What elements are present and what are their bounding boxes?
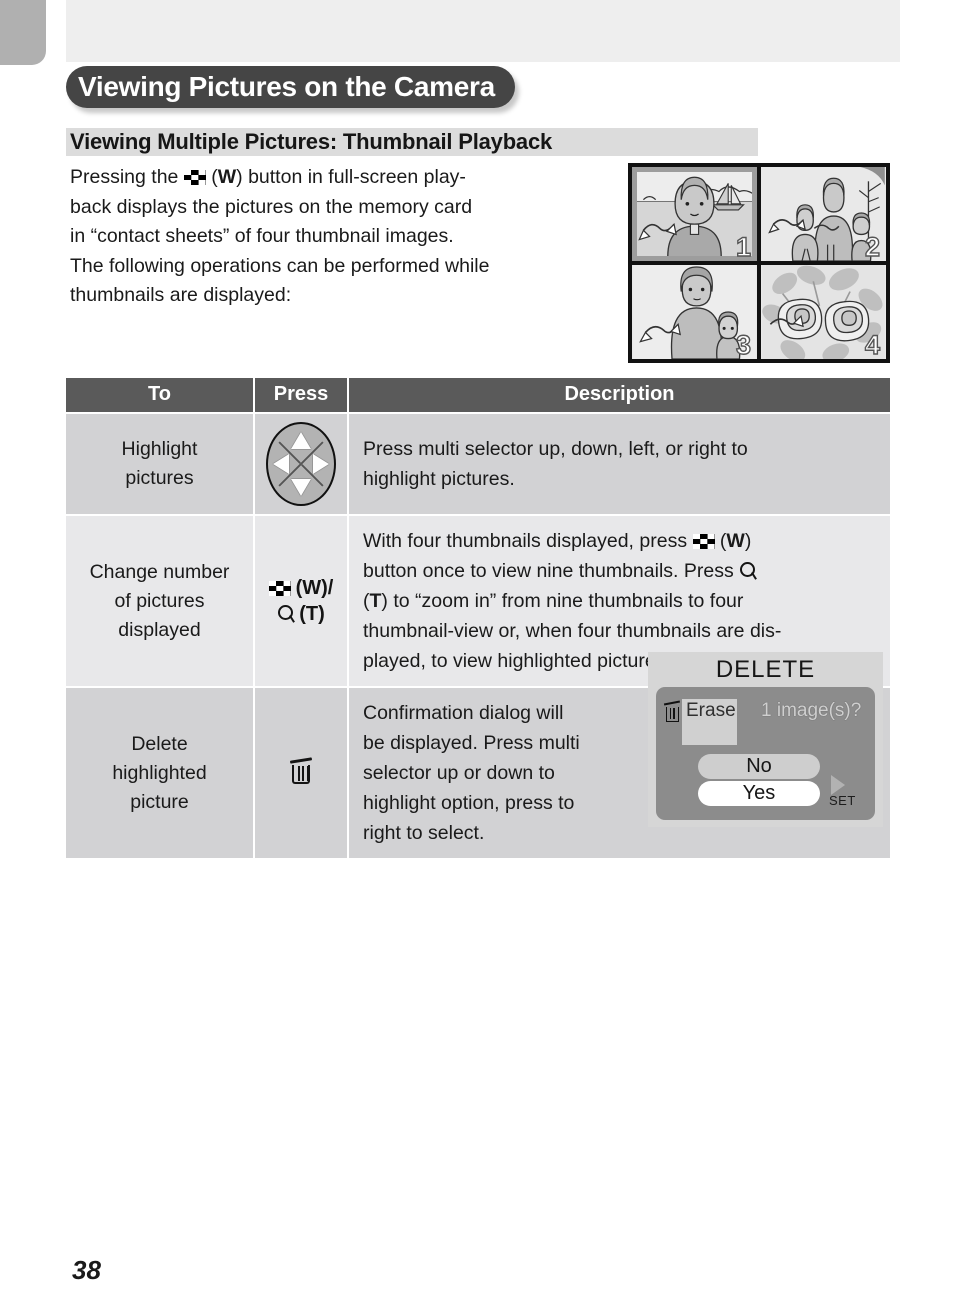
- delete-confirmation-dialog: DELETE Erase 1 image(s)? No Yes SET: [648, 652, 883, 827]
- desc-line-2: highlight pictures.: [363, 468, 515, 490]
- desc-w-label: W: [726, 530, 745, 552]
- dialog-erase-row: Erase 1 image(s)?: [663, 699, 867, 745]
- row-label-line-1: Highlight: [121, 438, 198, 460]
- row-label-highlight-pictures: Highlight pictures: [66, 412, 255, 515]
- thumbnail-number: 1: [735, 232, 751, 261]
- thumbnail-button-icon[interactable]: [268, 580, 291, 596]
- chapter-title-pill: Viewing Pictures on the Camera: [66, 66, 515, 108]
- desc-line-4: highlight option, press to: [363, 792, 575, 814]
- column-header-description: Description: [348, 378, 890, 413]
- intro-paragraph: Pressing the (W) button in full-screen p…: [70, 163, 600, 311]
- thumbnail-cell-3[interactable]: 3: [632, 265, 757, 359]
- chapter-title-text: Viewing Pictures on the Camera: [78, 71, 495, 102]
- row-label-line-2: pictures: [125, 467, 194, 489]
- desc-line-2: button once to view nine thumbnails. Pre…: [363, 556, 878, 586]
- zoom-magnifier-icon[interactable]: [277, 604, 294, 624]
- intro-w-label: W: [217, 166, 237, 188]
- thumbnail-cell-1[interactable]: 1: [632, 167, 757, 261]
- thumbnail-button-icon: [183, 170, 206, 185]
- dialog-set-hint: SET: [829, 775, 863, 808]
- multi-selector-icon[interactable]: [266, 422, 336, 506]
- desc-line-2: be displayed. Press multi: [363, 732, 580, 754]
- thumbnail-contact-sheet: 1 2 3 4: [628, 163, 890, 363]
- intro-line-4: The following operations can be performe…: [70, 254, 490, 277]
- desc-line-1: With four thumbnails displayed, press (W…: [363, 526, 878, 556]
- thumbnail-number: 4: [864, 330, 880, 359]
- row-press-highlight-pictures: [254, 412, 349, 515]
- column-header-press: Press: [254, 378, 349, 413]
- arrow-left-icon[interactable]: [273, 454, 289, 474]
- tele-button-label: (T): [299, 603, 325, 625]
- dialog-title: DELETE: [715, 656, 816, 683]
- intro-line-2: back displays the pictures on the memory…: [70, 195, 473, 218]
- desc-line-3: (T) to “zoom in” from nine thumbnails to…: [363, 586, 878, 616]
- thumbnail-button-icon: [692, 534, 715, 549]
- page-edge-tab: [0, 0, 46, 65]
- arrow-up-icon[interactable]: [291, 432, 311, 449]
- intro-line-1: Pressing the (W) button in full-screen p…: [70, 163, 600, 193]
- thumbnail-cell-2[interactable]: 2: [761, 167, 886, 261]
- section-title-bar: Viewing Multiple Pictures: Thumbnail Pla…: [66, 128, 758, 156]
- desc-line-1: Press multi selector up, down, left, or …: [363, 438, 748, 460]
- desc-line-4: thumbnail-view or, when four thumbnails …: [363, 620, 782, 642]
- intro-line-5: thumbnails are displayed:: [70, 284, 292, 306]
- thumbnail-cell-4[interactable]: 4: [761, 265, 886, 359]
- desc-line-1c: ): [744, 530, 752, 552]
- row-label-line-3: picture: [130, 790, 189, 813]
- row-label-line-2: of pictures: [114, 589, 205, 612]
- thumbnail-number: 2: [864, 232, 880, 261]
- tele-button-row[interactable]: (T): [257, 601, 345, 627]
- arrow-down-icon[interactable]: [291, 479, 311, 496]
- right-arrow-icon: [831, 775, 845, 795]
- row-label-change-number: Change number of pictures displayed: [66, 514, 255, 687]
- row-description-highlight-pictures: Press multi selector up, down, left, or …: [348, 412, 890, 515]
- row-press-delete-picture: [254, 686, 349, 858]
- arrow-right-icon[interactable]: [313, 454, 329, 474]
- desc-line-5: right to select.: [363, 822, 485, 844]
- intro-line-1c: ) button in full-screen play-: [236, 166, 466, 188]
- header-band: [66, 0, 900, 62]
- dialog-erase-label: Erase: [682, 699, 737, 745]
- dialog-yes-button[interactable]: Yes: [698, 781, 820, 806]
- page-number: 38: [72, 1255, 101, 1285]
- thumbnail-number: 3: [735, 330, 751, 359]
- row-label-line-1: Change number: [89, 560, 230, 583]
- table-header-row: To Press Description: [66, 378, 890, 413]
- desc-line-1a: With four thumbnails displayed, press: [363, 530, 688, 552]
- desc-line-1: Confirmation dialog will: [363, 702, 564, 724]
- table-row-highlight-pictures: Highlight pictures Press multi selector …: [66, 412, 890, 515]
- section-title-text: Viewing Multiple Pictures: Thumbnail Pla…: [70, 129, 553, 154]
- column-header-to: To: [66, 378, 255, 413]
- desc-t-label: T: [369, 590, 382, 612]
- manual-page: Viewing Pictures on the Camera Viewing M…: [0, 0, 954, 1314]
- wide-button-label: (W)/: [295, 577, 334, 599]
- row-press-change-number: (W)/ (T): [254, 514, 349, 687]
- desc-line-3b: ) to “zoom in” from nine thumbnails to f…: [381, 590, 744, 612]
- dialog-image-count: 1 image(s)?: [761, 700, 862, 721]
- dialog-no-button[interactable]: No: [698, 754, 820, 779]
- row-label-delete-picture: Delete highlighted picture: [66, 686, 255, 858]
- trash-icon: [663, 700, 681, 723]
- trash-icon[interactable]: [289, 756, 313, 785]
- row-label-line-2: highlighted: [112, 761, 207, 784]
- intro-line-3: in “contact sheets” of four thumbnail im…: [70, 225, 454, 247]
- row-label-line-1: Delete: [131, 732, 188, 755]
- dialog-buttons: No Yes: [698, 754, 820, 806]
- zoom-magnifier-icon: [739, 561, 756, 581]
- wide-tele-button-group: (W)/ (T): [257, 575, 345, 627]
- wide-button-row[interactable]: (W)/: [257, 575, 345, 601]
- row-label-line-3: displayed: [118, 618, 201, 641]
- desc-line-3: selector up or down to: [363, 762, 555, 784]
- intro-line-1a: Pressing the: [70, 166, 179, 188]
- set-label: SET: [829, 793, 856, 808]
- dialog-body: Erase 1 image(s)? No Yes SET: [656, 687, 875, 820]
- desc-line-2a: button once to view nine thumbnails. Pre…: [363, 560, 734, 582]
